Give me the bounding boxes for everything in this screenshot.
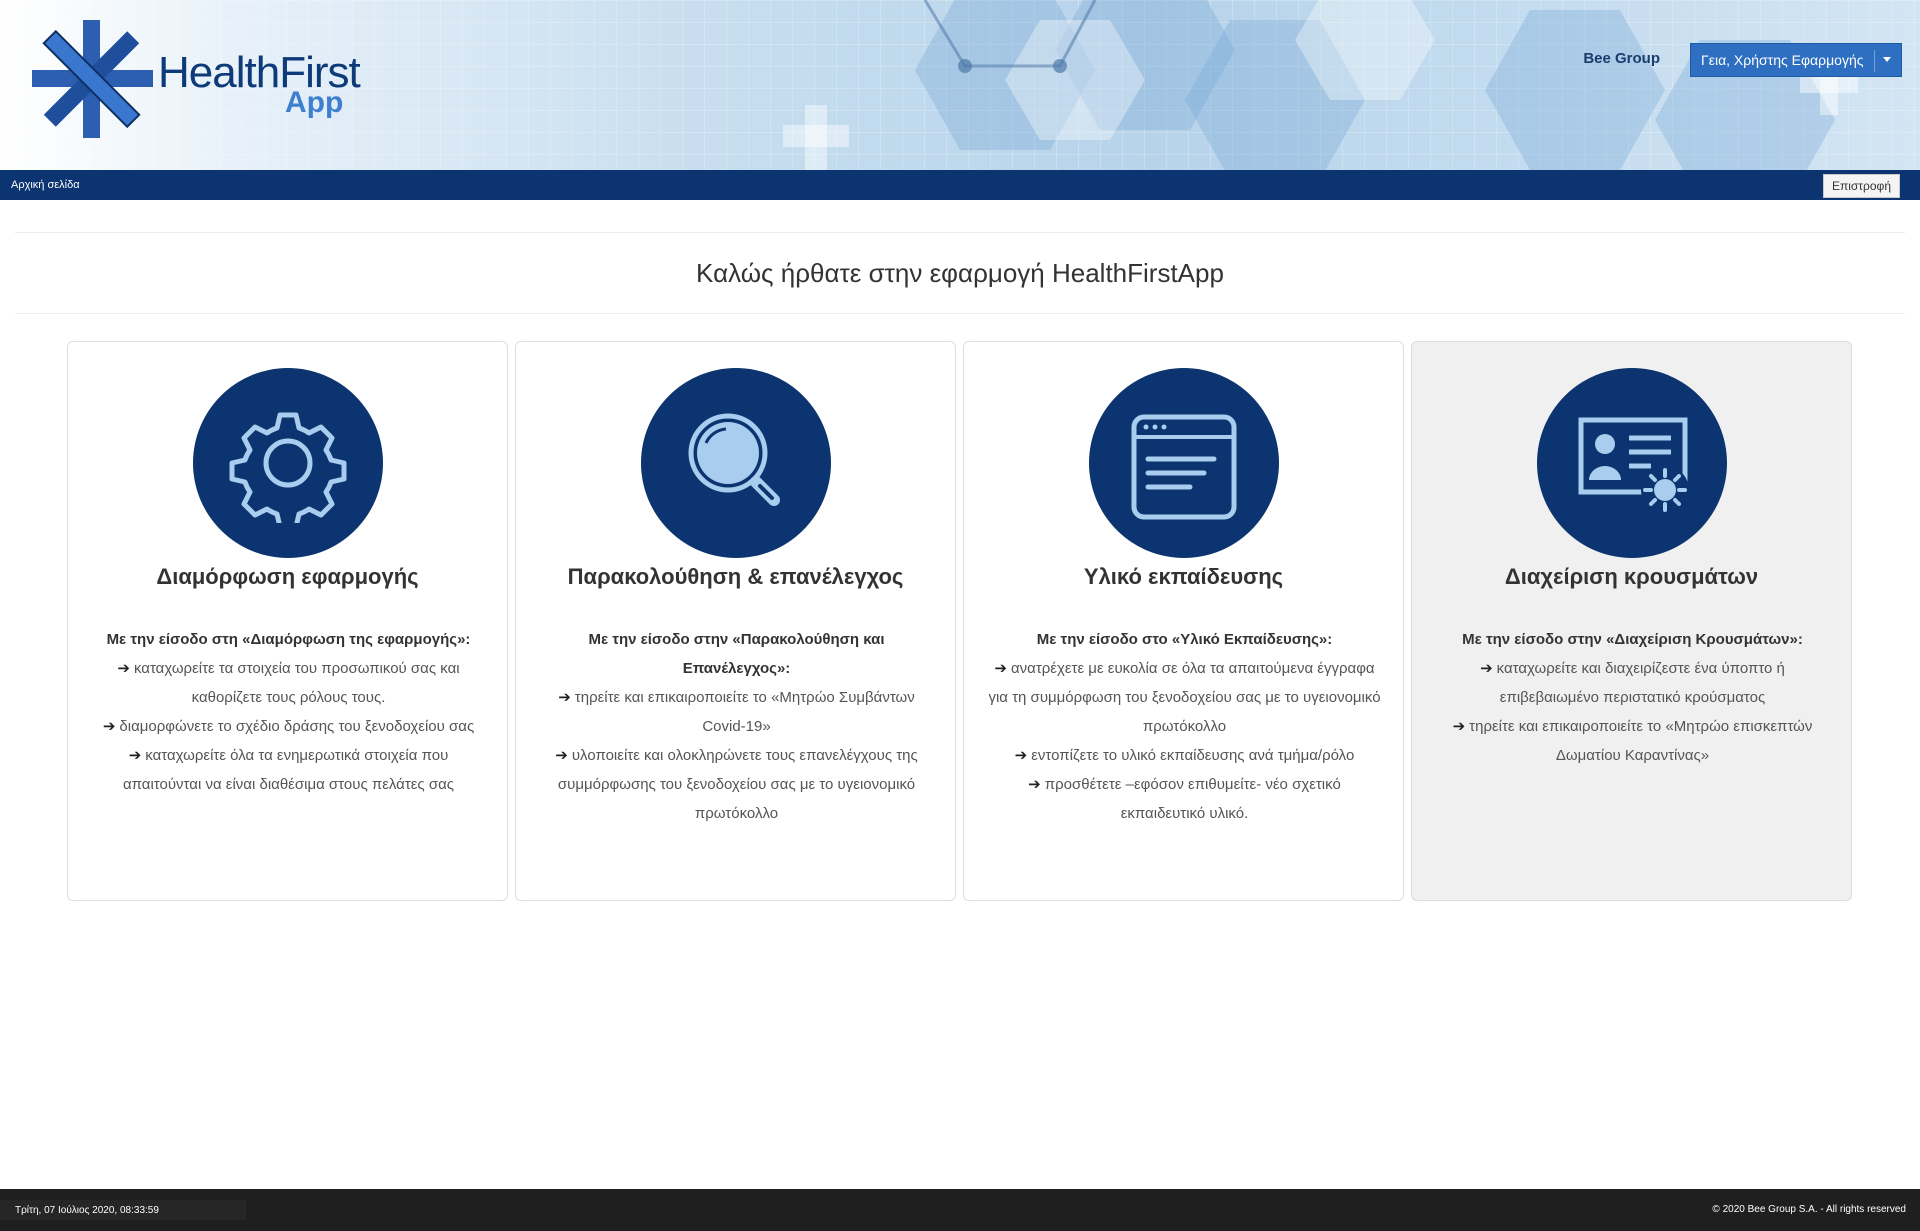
card-item: ➔ ανατρέχετε με ευκολία σε όλα τα απαιτού… [988,660,1381,735]
gear-icon [229,412,347,523]
card-icon-circle [193,368,383,558]
card-item: ➔ καταχωρείτε τα στοιχεία του προσωπικού … [117,660,460,706]
card-case-management[interactable]: Διαχείριση κρουσμάτων Με την είσοδο στην… [1411,341,1852,901]
id-card-virus-icon [1578,417,1689,514]
arrow-right-icon: ➔ [555,747,568,764]
card-item: ➔ εντοπίζετε το υλικό εκπαίδευσης ανά τμή… [1014,747,1355,764]
divider-top [15,232,1905,233]
card-item: ➔ τηρείτε και επικαιροποιείτε το «Μητρώο … [558,689,915,735]
header-banner: HealthFirst App Bee Group Γεια, Χρήστης … [0,0,1920,170]
card-title: Διαμόρφωση εφαρμογής [156,564,419,589]
card-icon-circle [1537,368,1727,558]
arrow-right-icon: ➔ [1014,747,1028,764]
card-title: Υλικό εκπαίδευσης [1083,564,1284,589]
card-description: Με την είσοδο στη «Διαμόρφωση της εφαρμο… [90,625,487,799]
dropdown-separator [1874,50,1875,72]
arrow-right-icon: ➔ [128,747,142,764]
divider-bottom [15,313,1905,314]
footer-copyright: © 2020 Bee Group S.A. - All rights reser… [1712,1204,1906,1215]
back-button[interactable]: Επιστροφή [1822,174,1900,198]
card-item: ➔ υλοποιείτε και ολοκληρώνετε τους επανελ… [555,747,918,822]
module-cards: Διαμόρφωση εφαρμογής Με την είσοδο στη «… [67,341,1853,901]
logo-mark-icon [32,20,153,138]
arrow-right-icon: ➔ [1480,660,1493,677]
arrow-right-icon: ➔ [1028,776,1041,793]
browser-window-icon [1131,414,1237,520]
arrow-right-icon: ➔ [994,660,1007,677]
footer-datetime: Τρίτη, 07 Ιούλιος 2020, 08:33:59 [0,1200,246,1220]
card-item: ➔ τηρείτε και επικαιροποιείτε το «Μητρώο … [1452,718,1813,764]
footer: Τρίτη, 07 Ιούλιος 2020, 08:33:59 © 2020 … [0,1189,1920,1231]
card-description: Με την είσοδο στην «Παρακολούθηση και Επ… [538,625,935,828]
card-item: ➔ διαμορφώνετε το σχέδιο δράσης του ξενοδ… [102,718,475,735]
org-link[interactable]: Bee Group [1583,50,1660,67]
card-app-configuration[interactable]: Διαμόρφωση εφαρμογής Με την είσοδο στη «… [67,341,508,901]
card-monitoring-review[interactable]: Παρακολούθηση & επανέλεγχος Με την είσοδ… [515,341,956,901]
card-item: ➔ καταχωρείτε και διαχειρίζεστε ένα ύποπτ… [1480,660,1785,706]
breadcrumb-bar: Αρχική σελίδα Επιστροφή [0,170,1920,200]
breadcrumb-home[interactable]: Αρχική σελίδα [11,179,80,191]
card-item: ➔ καταχωρείτε όλα τα ενημερωτικά στοιχεία… [122,747,454,793]
card-title: Παρακολούθηση & επανέλεγχος [567,564,904,589]
arrow-right-icon: ➔ [558,689,571,706]
logo-text-sub: App [285,86,344,119]
card-lead: Με την είσοδο στο «Υλικό Εκπαίδευσης»: [1036,631,1333,648]
card-item: ➔ προσθέτετε –εφόσον επιθυμείτε- νέο σχετ… [1028,776,1341,822]
card-description: Με την είσοδο στο «Υλικό Εκπαίδευσης»: ➔… [986,625,1383,828]
magnifier-icon [688,413,780,506]
card-lead: Με την είσοδο στη «Διαμόρφωση της εφαρμο… [106,631,471,648]
card-description: Με την είσοδο στην «Διαχείριση Κρουσμάτω… [1434,625,1831,770]
card-lead: Με την είσοδο στην «Διαχείριση Κρουσμάτω… [1462,631,1803,648]
page-title: Καλώς ήρθατε στην εφαρμογή HealthFirstAp… [696,258,1224,288]
user-menu-label: Γεια, Χρήστης Εφαρμογής [1701,52,1864,68]
card-icon-circle [1089,368,1279,558]
card-lead: Με την είσοδο στην «Παρακολούθηση και Επ… [588,631,885,677]
arrow-right-icon: ➔ [1452,718,1466,735]
arrow-right-icon: ➔ [102,718,116,735]
chevron-down-icon [1883,57,1891,62]
user-menu-button[interactable]: Γεια, Χρήστης Εφαρμογής [1690,43,1902,77]
healthfirst-logo[interactable]: HealthFirst App [30,18,361,143]
card-training-material[interactable]: Υλικό εκπαίδευσης Με την είσοδο στο «Υλι… [963,341,1404,901]
arrow-right-icon: ➔ [117,660,130,677]
card-icon-circle [641,368,831,558]
card-title: Διαχείριση κρουσμάτων [1504,564,1759,589]
